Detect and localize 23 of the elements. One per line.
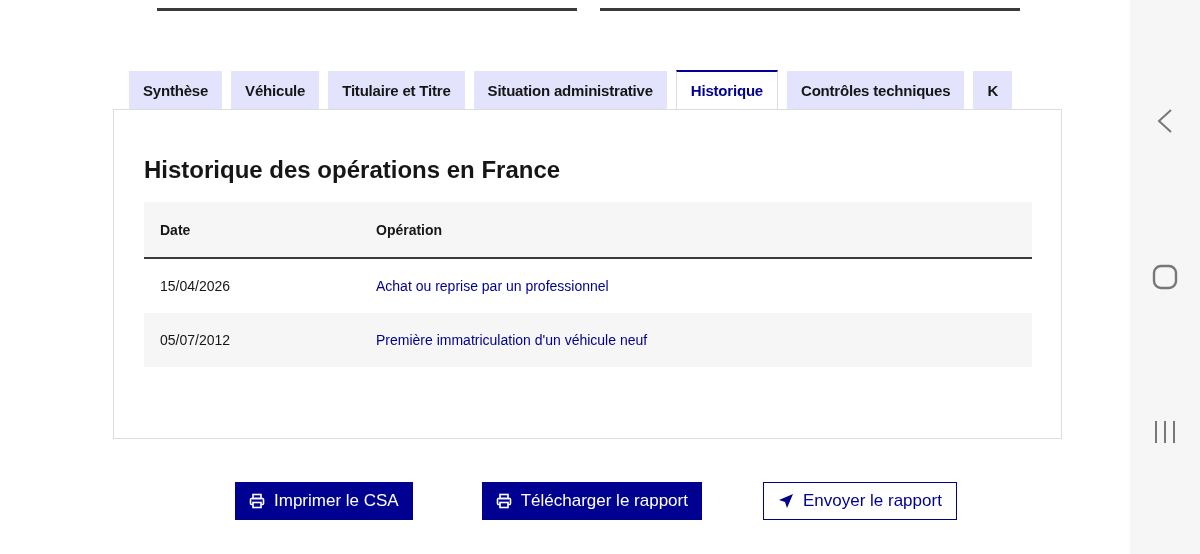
- action-button[interactable]: Télécharger le rapport: [481, 482, 702, 520]
- table-cell: Achat ou reprise par un professionnel: [360, 258, 1032, 313]
- printer-icon: [249, 493, 265, 509]
- table-cell: 15/04/2026: [144, 258, 360, 313]
- tab[interactable]: Historique: [675, 70, 778, 109]
- tab[interactable]: K: [973, 71, 1012, 109]
- column-header: Opération: [360, 202, 1032, 258]
- tab[interactable]: Titulaire et Titre: [328, 71, 465, 109]
- send-icon: [777, 493, 794, 509]
- recent-apps-icon[interactable]: [1153, 420, 1177, 444]
- tab[interactable]: Synthèse: [129, 71, 223, 109]
- printer-icon: [495, 493, 512, 509]
- tab[interactable]: Véhicule: [231, 71, 320, 109]
- action-button[interactable]: Imprimer le CSA: [235, 482, 413, 520]
- tab[interactable]: Situation administrative: [473, 71, 667, 109]
- home-icon[interactable]: [1152, 264, 1178, 290]
- action-button[interactable]: Envoyer le rapport: [762, 482, 957, 520]
- column-header: Date: [144, 202, 360, 258]
- table-cell: Première immatriculation d'un véhicule neuf: [360, 313, 1032, 367]
- table-cell: 05/07/2012: [144, 313, 360, 367]
- back-icon[interactable]: [1156, 108, 1174, 134]
- tab[interactable]: Contrôles techniques: [787, 71, 965, 109]
- section-title: Historique des opérations en France: [144, 156, 562, 184]
